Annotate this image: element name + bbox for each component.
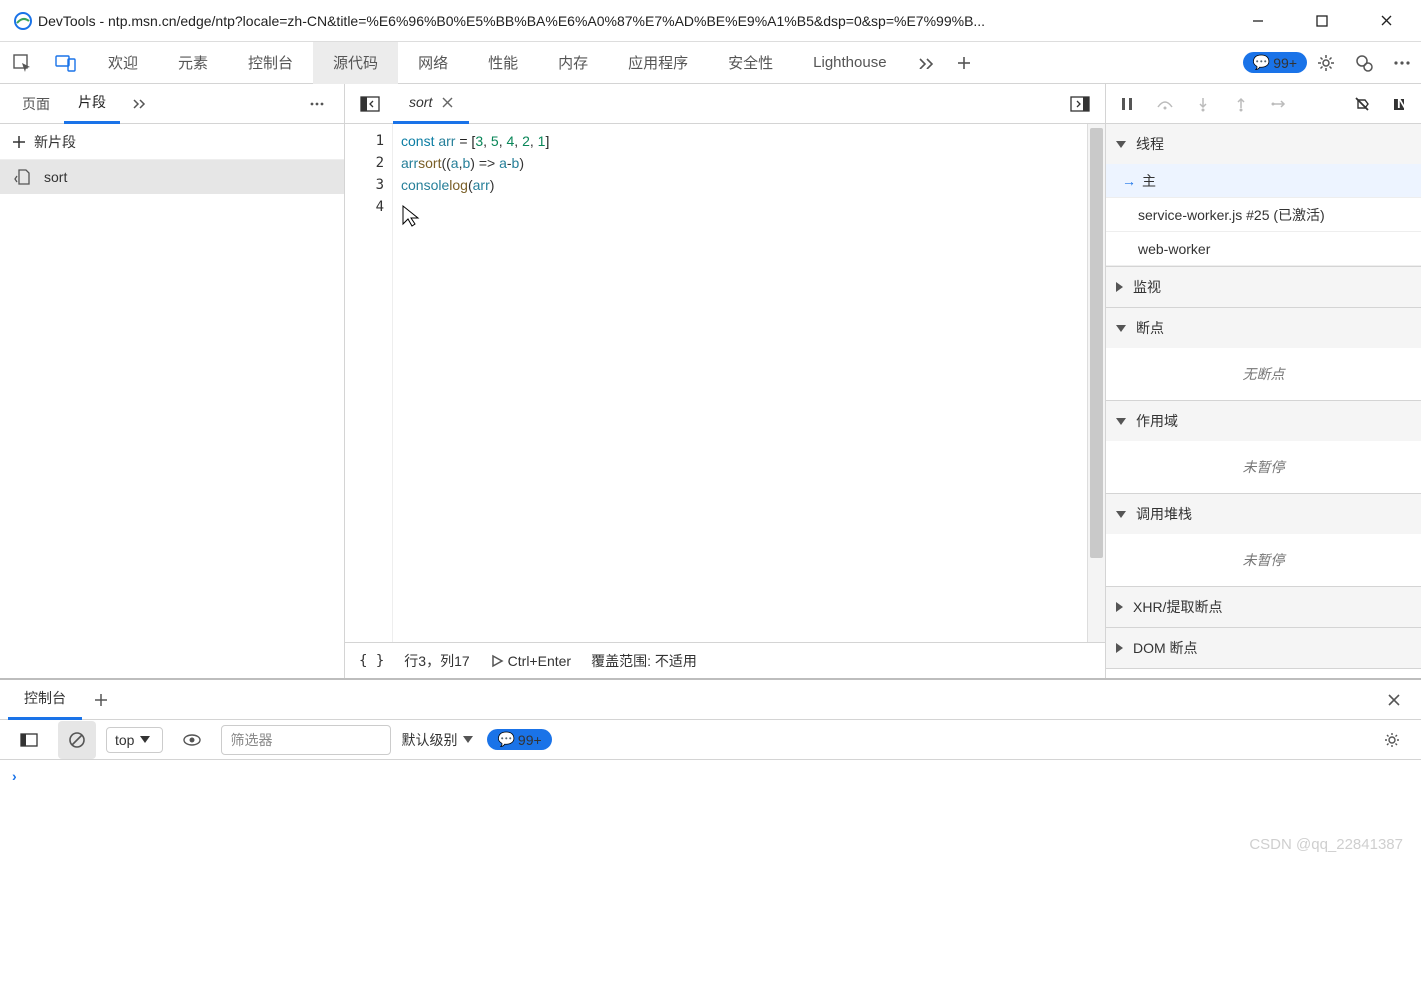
minimize-button[interactable] [1241,4,1275,38]
tab-network[interactable]: 网络 [398,42,468,84]
context-selector[interactable]: top [106,727,163,753]
step-into-icon[interactable] [1188,89,1218,119]
coverage-label: 覆盖范围: 不适用 [591,651,697,671]
clear-console-icon[interactable] [58,721,96,759]
snippet-file-icon [14,168,32,186]
debug-toolbar: N [1106,84,1421,124]
console-toolbar: top 筛选器 默认级别 💬99+ [0,720,1421,760]
edge-icon [14,12,30,30]
scope-header[interactable]: 作用域 [1106,401,1421,441]
settings-icon[interactable] [1307,44,1345,82]
plus-icon [12,135,26,149]
pause-exceptions-icon[interactable]: N [1385,89,1415,119]
tab-sources[interactable]: 源代码 [313,42,398,84]
snippet-item[interactable]: sort [0,160,344,194]
drawer-add-icon[interactable] [82,681,120,719]
editor-pane: sort 1234 const arr = [3, 5, 4, 2, 1] ar… [345,84,1106,678]
drawer-close-icon[interactable] [1375,681,1413,719]
console-prompt[interactable]: › [0,760,1421,792]
issues-badge[interactable]: 💬99+ [1243,52,1307,73]
console-sidebar-icon[interactable] [10,721,48,759]
feedback-icon[interactable] [1345,44,1383,82]
more-subtabs-icon[interactable] [120,85,158,123]
inspect-element-icon[interactable] [0,42,44,84]
deactivate-bp-icon[interactable] [1347,89,1377,119]
tab-lighthouse[interactable]: Lighthouse [793,42,906,84]
step-icon[interactable] [1264,89,1294,119]
new-snippet-label: 新片段 [34,132,76,152]
tab-performance[interactable]: 性能 [468,42,538,84]
dom-bp-header[interactable]: DOM 断点 [1106,628,1421,668]
titlebar: DevTools - ntp.msn.cn/edge/ntp?locale=zh… [0,0,1421,42]
level-selector[interactable]: 默认级别 [401,730,477,750]
no-breakpoints-label: 无断点 [1106,348,1421,400]
debugger-pane: N 线程 →主 service-worker.js #25 (已激活) web-… [1106,84,1421,678]
hide-debugger-icon[interactable] [1061,85,1099,123]
thread-ww[interactable]: web-worker [1106,232,1421,266]
navigator-pane: 页面 片段 新片段 sort [0,84,345,678]
step-out-icon[interactable] [1226,89,1256,119]
console-issues-badge[interactable]: 💬99+ [487,729,551,750]
subtab-snippets[interactable]: 片段 [64,84,120,124]
tab-application[interactable]: 应用程序 [608,42,708,84]
window-title: DevTools - ntp.msn.cn/edge/ntp?locale=zh… [38,13,1241,29]
thread-sw[interactable]: service-worker.js #25 (已激活) [1106,198,1421,232]
callstack-not-paused: 未暂停 [1106,534,1421,586]
svg-text:N: N [1397,96,1407,111]
threads-header[interactable]: 线程 [1106,124,1421,164]
code-editor[interactable]: 1234 const arr = [3, 5, 4, 2, 1] arrsort… [345,124,1105,642]
file-tab-name: sort [409,94,432,110]
device-toggle-icon[interactable] [44,42,88,84]
new-snippet-button[interactable]: 新片段 [0,124,344,160]
console-settings-icon[interactable] [1373,721,1411,759]
tab-console[interactable]: 控制台 [228,42,313,84]
pause-icon[interactable] [1112,89,1142,119]
line-gutter: 1234 [345,124,393,642]
more-tabs-icon[interactable] [907,44,945,82]
drawer-tab-console[interactable]: 控制台 [8,680,82,720]
subtab-pages[interactable]: 页面 [8,84,64,124]
breakpoints-header[interactable]: 断点 [1106,308,1421,348]
live-expression-icon[interactable] [173,721,211,759]
editor-scrollbar[interactable] [1087,124,1105,642]
step-over-icon[interactable] [1150,89,1180,119]
code-area[interactable]: const arr = [3, 5, 4, 2, 1] arrsort((a,b… [393,124,1087,642]
more-menu-icon[interactable] [1383,44,1421,82]
navigator-more-icon[interactable] [298,85,336,123]
filter-input[interactable]: 筛选器 [221,725,391,755]
tab-welcome[interactable]: 欢迎 [88,42,158,84]
add-tab-icon[interactable] [945,44,983,82]
hide-navigator-icon[interactable] [351,85,389,123]
snippet-name: sort [44,169,67,185]
main-content: 页面 片段 新片段 sort sort 1234 const arr = [3,… [0,84,1421,678]
format-braces-icon[interactable]: { } [359,653,384,669]
watermark: CSDN @qq_22841387 [1249,836,1403,853]
file-tab[interactable]: sort [393,84,469,124]
close-tab-icon[interactable] [442,97,453,108]
close-button[interactable] [1369,4,1403,38]
xhr-bp-header[interactable]: XHR/提取断点 [1106,587,1421,627]
console-drawer: 控制台 top 筛选器 默认级别 💬99+ › [0,678,1421,983]
maximize-button[interactable] [1305,4,1339,38]
tab-security[interactable]: 安全性 [708,42,793,84]
watch-header[interactable]: 监视 [1106,267,1421,307]
main-tabs: 欢迎 元素 控制台 源代码 网络 性能 内存 应用程序 安全性 Lighthou… [0,42,1421,84]
run-snippet-button[interactable]: Ctrl+Enter [490,653,571,669]
tab-elements[interactable]: 元素 [158,42,228,84]
callstack-header[interactable]: 调用堆栈 [1106,494,1421,534]
tab-memory[interactable]: 内存 [538,42,608,84]
scope-not-paused: 未暂停 [1106,441,1421,493]
editor-statusbar: { } 行3，列17 Ctrl+Enter 覆盖范围: 不适用 [345,642,1105,678]
cursor-position: 行3，列17 [404,651,469,671]
thread-main[interactable]: →主 [1106,164,1421,198]
